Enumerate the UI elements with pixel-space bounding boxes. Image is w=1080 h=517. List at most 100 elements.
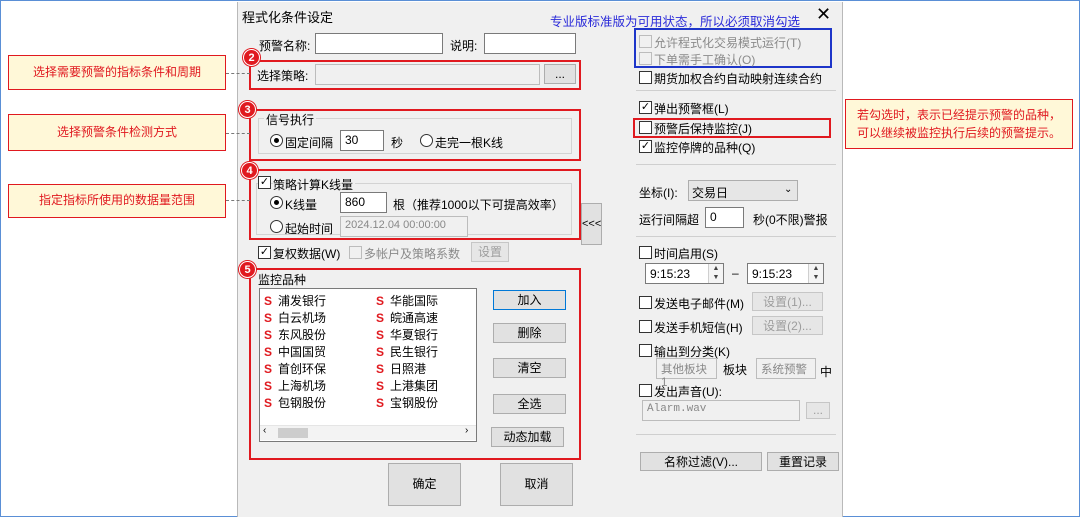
popup-alert-checkbox[interactable]: ✓	[639, 101, 652, 114]
stock-name: 宝钢股份	[390, 396, 439, 410]
futures-map-checkbox[interactable]	[639, 71, 652, 84]
send-sms-checkbox[interactable]	[639, 320, 652, 333]
start-time-input[interactable]: 2024.12.04 00:00:00	[340, 216, 468, 237]
stock-item[interactable]: S 东风股份	[264, 326, 326, 343]
time-end-value: 9:15:23	[752, 267, 793, 281]
calc-bars-checkbox[interactable]: ✓	[258, 176, 271, 189]
block-input[interactable]: 系统预警	[756, 358, 816, 379]
divider	[636, 164, 836, 165]
adjusted-data-checkbox[interactable]: ✓	[258, 246, 271, 259]
alert-name-label: 预警名称:	[259, 39, 311, 53]
stock-name: 首创环保	[278, 362, 327, 376]
select-all-button[interactable]: 全选	[493, 394, 566, 414]
bars-input[interactable]: 860	[340, 192, 387, 213]
name-filter-button[interactable]: 名称过滤(V)...	[640, 452, 762, 471]
badge-4: 4	[241, 162, 258, 179]
ok-button[interactable]: 确定	[388, 463, 461, 506]
cancel-button[interactable]: 取消	[500, 463, 573, 506]
stock-item[interactable]: S 白云机场	[264, 309, 326, 326]
callout-keep-monitor: 若勾选时，表示已经提示预警的品种，可以继续被监控执行后续的预警提示。	[845, 99, 1073, 149]
sound-checkbox[interactable]	[639, 384, 652, 397]
scroll-thumb[interactable]	[278, 428, 308, 438]
stock-name: 中国国贸	[278, 345, 327, 359]
stock-name: 上海机场	[278, 379, 327, 393]
collapse-button[interactable]: <<<	[581, 203, 602, 245]
callout-3: 选择预警条件检测方式	[8, 114, 226, 151]
close-icon[interactable]: ✕	[816, 5, 831, 23]
time-start-spinner[interactable]: 9:15:23 ▲ ▼	[645, 263, 724, 284]
output-category-checkbox[interactable]	[639, 344, 652, 357]
stock-type-marker: S	[264, 311, 273, 325]
keep-monitor-label: 预警后保持监控(J)	[654, 122, 752, 136]
divider	[636, 434, 836, 435]
seconds-unit: 秒	[391, 136, 404, 150]
chevron-down-icon[interactable]: ⌄	[784, 184, 792, 195]
dialog-title: 程式化条件设定	[242, 10, 334, 25]
monitor-suspended-label: 监控停牌的品种(Q)	[654, 141, 756, 155]
badge-2: 2	[243, 49, 260, 66]
stock-item[interactable]: S 上港集团	[376, 377, 438, 394]
stock-item[interactable]: S 华能国际	[376, 292, 438, 309]
description-input[interactable]	[484, 33, 576, 54]
email-settings-button[interactable]: 设置(1)...	[752, 292, 823, 311]
manual-confirm-checkbox[interactable]	[639, 52, 652, 65]
keep-monitor-checkbox[interactable]	[639, 121, 652, 134]
send-email-label: 发送电子邮件(M)	[654, 297, 744, 311]
callout-connector	[226, 200, 250, 201]
per-bar-label: 走完一根K线	[435, 136, 504, 150]
sound-label: 发出声音(U):	[654, 385, 722, 399]
spin-arrows-icon[interactable]: ▲ ▼	[808, 264, 823, 283]
stock-name: 白云机场	[278, 311, 327, 325]
stock-type-marker: S	[376, 379, 385, 393]
sms-settings-button[interactable]: 设置(2)...	[752, 316, 823, 335]
fixed-interval-radio[interactable]	[270, 134, 283, 147]
stock-item[interactable]: S 日照港	[376, 360, 426, 377]
dynamic-load-button[interactable]: 动态加载	[491, 427, 564, 447]
sound-file-input[interactable]: Alarm.wav	[642, 400, 800, 421]
stock-name: 民生银行	[390, 345, 439, 359]
send-email-checkbox[interactable]	[639, 296, 652, 309]
stock-name: 东风股份	[278, 328, 327, 342]
stock-item[interactable]: S 皖通高速	[376, 309, 438, 326]
adjusted-data-label: 复权数据(W)	[273, 247, 341, 261]
monitor-suspended-checkbox[interactable]: ✓	[639, 140, 652, 153]
scroll-left-icon[interactable]: ‹	[263, 425, 266, 436]
per-bar-radio[interactable]	[420, 134, 433, 147]
multi-account-checkbox[interactable]	[349, 246, 362, 259]
interval-input[interactable]: 0	[705, 207, 744, 228]
clear-button[interactable]: 清空	[493, 358, 566, 378]
stock-name: 日照港	[390, 362, 427, 376]
time-enable-label: 时间启用(S)	[654, 247, 718, 261]
stock-item[interactable]: S 民生银行	[376, 343, 438, 360]
strategy-input[interactable]	[315, 64, 540, 85]
add-button[interactable]: 加入	[493, 290, 566, 310]
bars-hint: 根（推荐1000以下可提高效率）	[393, 198, 564, 212]
strategy-browse-button[interactable]: ...	[544, 64, 576, 84]
fixed-interval-input[interactable]: 30	[340, 130, 384, 151]
stock-type-marker: S	[376, 294, 385, 308]
start-time-radio[interactable]	[270, 220, 283, 233]
delete-button[interactable]: 删除	[493, 323, 566, 343]
stock-item[interactable]: S 中国国贸	[264, 343, 326, 360]
spin-arrows-icon[interactable]: ▲ ▼	[708, 264, 723, 283]
interval-label: 运行间隔超	[639, 213, 700, 227]
axis-select-value: 交易日	[692, 186, 729, 200]
time-end-spinner[interactable]: 9:15:23 ▲ ▼	[747, 263, 824, 284]
stock-type-marker: S	[264, 362, 273, 376]
time-enable-checkbox[interactable]	[639, 246, 652, 259]
alert-name-input[interactable]	[315, 33, 443, 54]
stock-item[interactable]: S 宝钢股份	[376, 394, 438, 411]
allow-auto-trade-checkbox[interactable]	[639, 35, 652, 48]
stock-item[interactable]: S 华夏银行	[376, 326, 438, 343]
sound-browse-button[interactable]: ...	[806, 402, 830, 419]
bars-radio[interactable]	[270, 196, 283, 209]
stock-item[interactable]: S 浦发银行	[264, 292, 326, 309]
scroll-right-icon[interactable]: ›	[465, 425, 468, 436]
category-input[interactable]: 其他板块1	[656, 358, 717, 389]
stock-item[interactable]: S 上海机场	[264, 377, 326, 394]
stock-item[interactable]: S 首创环保	[264, 360, 326, 377]
multi-account-settings-button[interactable]: 设置	[471, 242, 509, 262]
stock-item[interactable]: S 包钢股份	[264, 394, 326, 411]
reset-log-button[interactable]: 重置记录	[767, 452, 839, 471]
axis-label: 坐标(I):	[639, 186, 678, 200]
